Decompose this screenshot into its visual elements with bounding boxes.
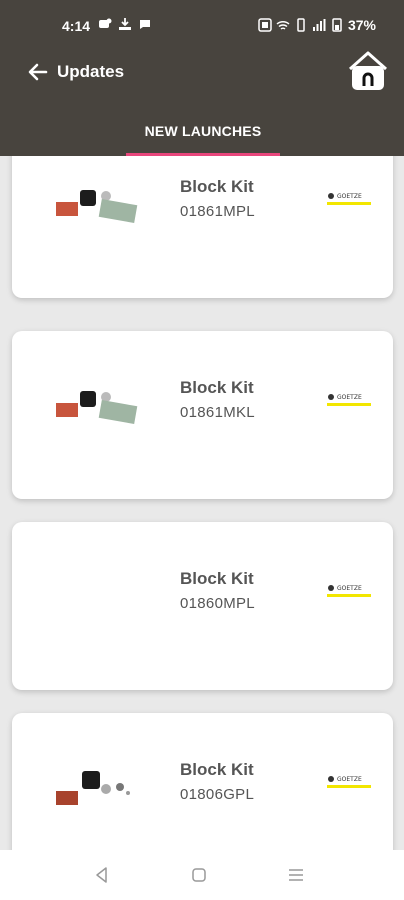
download-icon bbox=[119, 18, 131, 30]
nav-menu-icon[interactable] bbox=[287, 866, 305, 884]
product-image bbox=[56, 391, 138, 424]
product-name: Block Kit bbox=[180, 378, 254, 397]
notification-icons bbox=[98, 17, 152, 31]
home-icon[interactable] bbox=[346, 49, 390, 93]
system-nav-bar bbox=[0, 850, 404, 900]
product-code: 01860MPL bbox=[180, 595, 255, 612]
product-name: Block Kit bbox=[180, 177, 254, 196]
brand-logo: GOETZE bbox=[327, 394, 371, 406]
brand-logo: GOETZE bbox=[327, 776, 371, 788]
chat-notification-icon bbox=[99, 18, 112, 28]
product-image bbox=[56, 190, 138, 223]
wifi-icon bbox=[276, 20, 290, 30]
header: 4:14 37% Updates NEW LAUNCHES bbox=[0, 0, 404, 156]
brand-logo: GOETZE bbox=[327, 585, 371, 597]
vibrate-icon bbox=[297, 18, 305, 32]
product-card[interactable]: Block Kit 01860MPL GOETZE bbox=[12, 522, 393, 690]
product-card[interactable]: Block Kit 01861MPL GOETZE bbox=[12, 156, 393, 298]
arrow-left-icon[interactable] bbox=[26, 60, 50, 84]
status-bar: 4:14 37% bbox=[0, 0, 404, 52]
product-list[interactable]: Block Kit 01861MPL GOETZE Block Kit 0186… bbox=[0, 156, 404, 850]
battery-icon bbox=[332, 18, 342, 32]
product-code: 01861MKL bbox=[180, 404, 255, 421]
battery-percent: 37% bbox=[347, 17, 376, 33]
message-icon bbox=[140, 20, 150, 29]
product-name: Block Kit bbox=[180, 760, 254, 779]
product-card[interactable]: Block Kit 01861MKL GOETZE bbox=[12, 331, 393, 499]
app-bar: Updates bbox=[0, 49, 404, 104]
product-code: 01806GPL bbox=[180, 786, 255, 803]
system-icons: 37% bbox=[258, 17, 376, 33]
tab-label: NEW LAUNCHES bbox=[144, 123, 262, 139]
nfc-icon bbox=[258, 18, 272, 32]
product-code: 01861MPL bbox=[180, 203, 255, 220]
tab-new-launches[interactable]: NEW LAUNCHES bbox=[0, 104, 404, 156]
page-title: Updates bbox=[57, 62, 125, 81]
product-card[interactable]: Block Kit 01806GPL GOETZE bbox=[12, 713, 393, 850]
nav-home-icon[interactable] bbox=[190, 866, 208, 884]
svg-text:GOETZE: GOETZE bbox=[337, 585, 362, 592]
signal-icon bbox=[312, 19, 326, 31]
nav-back-icon[interactable] bbox=[93, 866, 111, 884]
svg-text:GOETZE: GOETZE bbox=[337, 776, 362, 783]
status-time: 4:14 bbox=[62, 18, 91, 34]
brand-logo: GOETZE bbox=[327, 193, 371, 205]
svg-text:GOETZE: GOETZE bbox=[337, 394, 362, 401]
product-image bbox=[56, 771, 130, 805]
product-name: Block Kit bbox=[180, 569, 254, 588]
svg-text:GOETZE: GOETZE bbox=[337, 193, 362, 200]
